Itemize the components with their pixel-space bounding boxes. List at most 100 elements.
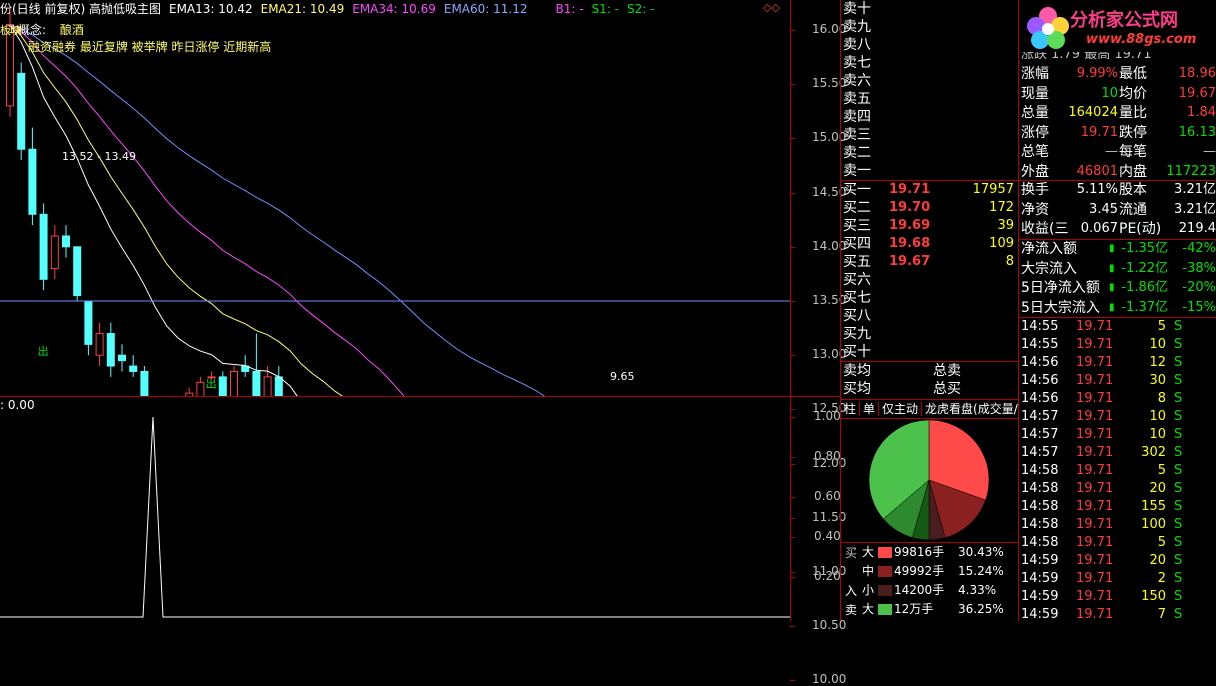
logo-name: 分析家公式网 [1070,10,1178,31]
quote-value: 3.45 [1089,201,1118,217]
fund-flow-row: 5日大宗流入 ▮ -1.37亿 -15% [1021,299,1216,317]
trade-price: 19.71 [1076,481,1114,496]
trade-time: 14:58 [1021,535,1059,550]
legend-percent: 15.24% [958,564,1004,578]
trade-side: S [1174,427,1183,442]
tab-active-only[interactable]: 仅主动 [879,402,923,416]
flow-label: 大宗流入 [1021,260,1077,277]
indicator-line [0,416,790,618]
candle-body [252,370,261,396]
total-sell-label: 总卖 [933,363,961,379]
trade-time: 14:58 [1021,463,1059,478]
quote-label: 收益(三 [1021,221,1069,237]
axis-tick [790,457,795,458]
axis-divider [790,0,791,621]
trade-volume: 302 [1141,445,1166,460]
axis-tick [790,497,795,498]
quote-row-2: 收益(三 0.067 PE(动) 219.4 [1021,220,1216,238]
trade-side: S [1174,337,1183,352]
sell-level-row: 卖八 [843,37,871,53]
legend-percent: 36.25% [958,602,1004,616]
legend-volume: 14200手 [894,583,945,597]
trade-volume: 20 [1149,553,1166,568]
trade-time: 14:58 [1021,517,1059,532]
trade-time: 14:56 [1021,355,1059,370]
quote-label: 外盘 [1021,163,1049,180]
orderbook-divider-right [1018,0,1019,621]
candle-body [17,72,26,150]
trade-time: 14:57 [1021,427,1059,442]
trade-side: S [1174,445,1183,460]
buy-level-label: 买八 [843,308,871,324]
quote-label: PE(动) [1119,221,1162,237]
trade-volume: 155 [1141,499,1166,514]
buy-avg-label: 买均 [843,381,871,397]
trade-side: S [1174,355,1183,370]
buy-level-price: 19.71 [889,182,931,197]
trade-time: 14:55 [1021,319,1059,334]
candle-body [118,354,126,362]
logo: 分析家公式网 www.88gs.com [1020,2,1216,54]
trade-time: 14:59 [1021,607,1059,622]
legend-size: 大 [862,602,875,616]
quote-label: 股本 [1119,182,1147,198]
candle-body [73,246,82,297]
quote-label: 涨幅 [1021,66,1049,82]
quote-label: 均价 [1119,85,1147,102]
legend-top-divider [841,542,1018,543]
candle-body [218,376,227,396]
flow-label: 5日净流入额 [1021,280,1100,296]
tab-single[interactable]: 单 [860,402,880,416]
legend-percent: 30.43% [958,545,1004,559]
axis-tick [790,417,795,418]
signal-out-mark: 出 [38,344,49,358]
flow-bar-icon: ▮ [1109,243,1115,254]
axis-tick [790,246,795,248]
quote-value: 5.11% [1076,182,1118,197]
flow-label: 5日大宗流入 [1021,299,1100,316]
axis-tick [790,577,795,578]
trade-time: 14:56 [1021,373,1059,388]
flow-value: -1.37亿 [1121,299,1168,315]
trade-time: 14:59 [1021,553,1059,568]
quote-label: 最低 [1119,66,1147,82]
buy-level-label: 买一 [843,182,871,198]
quote-value: 9.99% [1076,66,1118,81]
fund-flow-row: 大宗流入 ▮ -1.22亿 -38% [1021,260,1216,278]
quote-row: 涨停 19.71 跌停 16.13 [1021,124,1216,142]
legend-volume: 99816手 [894,545,945,559]
flow-value: -1.22亿 [1121,260,1168,276]
trade-volume: 100 [1141,517,1166,532]
legend-swatch [878,566,893,577]
trade-row: 14:56 19.71 12 S [1020,354,1216,372]
candle-body [106,333,115,367]
tab-bar[interactable]: 柱 [841,402,861,416]
sell-level-row: 卖六 [843,73,871,89]
num13-label: 13 [8,25,21,36]
trade-volume: 7 [1157,607,1166,622]
trade-time: 14:58 [1021,499,1059,514]
trade-price: 19.71 [1076,445,1114,460]
trade-row: 14:59 19.71 150 S [1020,588,1216,606]
trade-row: 14:58 19.71 5 S [1020,462,1216,480]
trade-volume: 8 [1157,391,1166,406]
axis-tick [790,463,795,465]
trade-row: 14:57 19.71 10 S [1020,426,1216,444]
quote-value: — [1105,144,1118,159]
candle-body [84,300,93,345]
buy-level-row: 买八 [843,307,1018,325]
axis-tick [790,138,795,140]
buy-level-price: 19.67 [889,254,931,269]
tab-dragon-tiger[interactable]: 龙虎看盘(成交量/按 [922,402,1018,416]
trade-volume: 12 [1149,355,1166,370]
flow-bar-icon: ▮ [1109,301,1115,313]
trade-side: S [1174,607,1183,622]
trade-price: 19.71 [1076,553,1114,568]
buy-level-label: 买三 [843,218,871,234]
buy-level-row: 买六 [843,271,1018,289]
buy-level-price: 19.69 [889,218,931,233]
buy-level-row: 买五 19.67 8 [843,253,1018,271]
trade-time: 14:59 [1021,589,1059,604]
trade-price: 19.71 [1076,589,1114,604]
sell-level-row: 卖二 [843,145,871,161]
